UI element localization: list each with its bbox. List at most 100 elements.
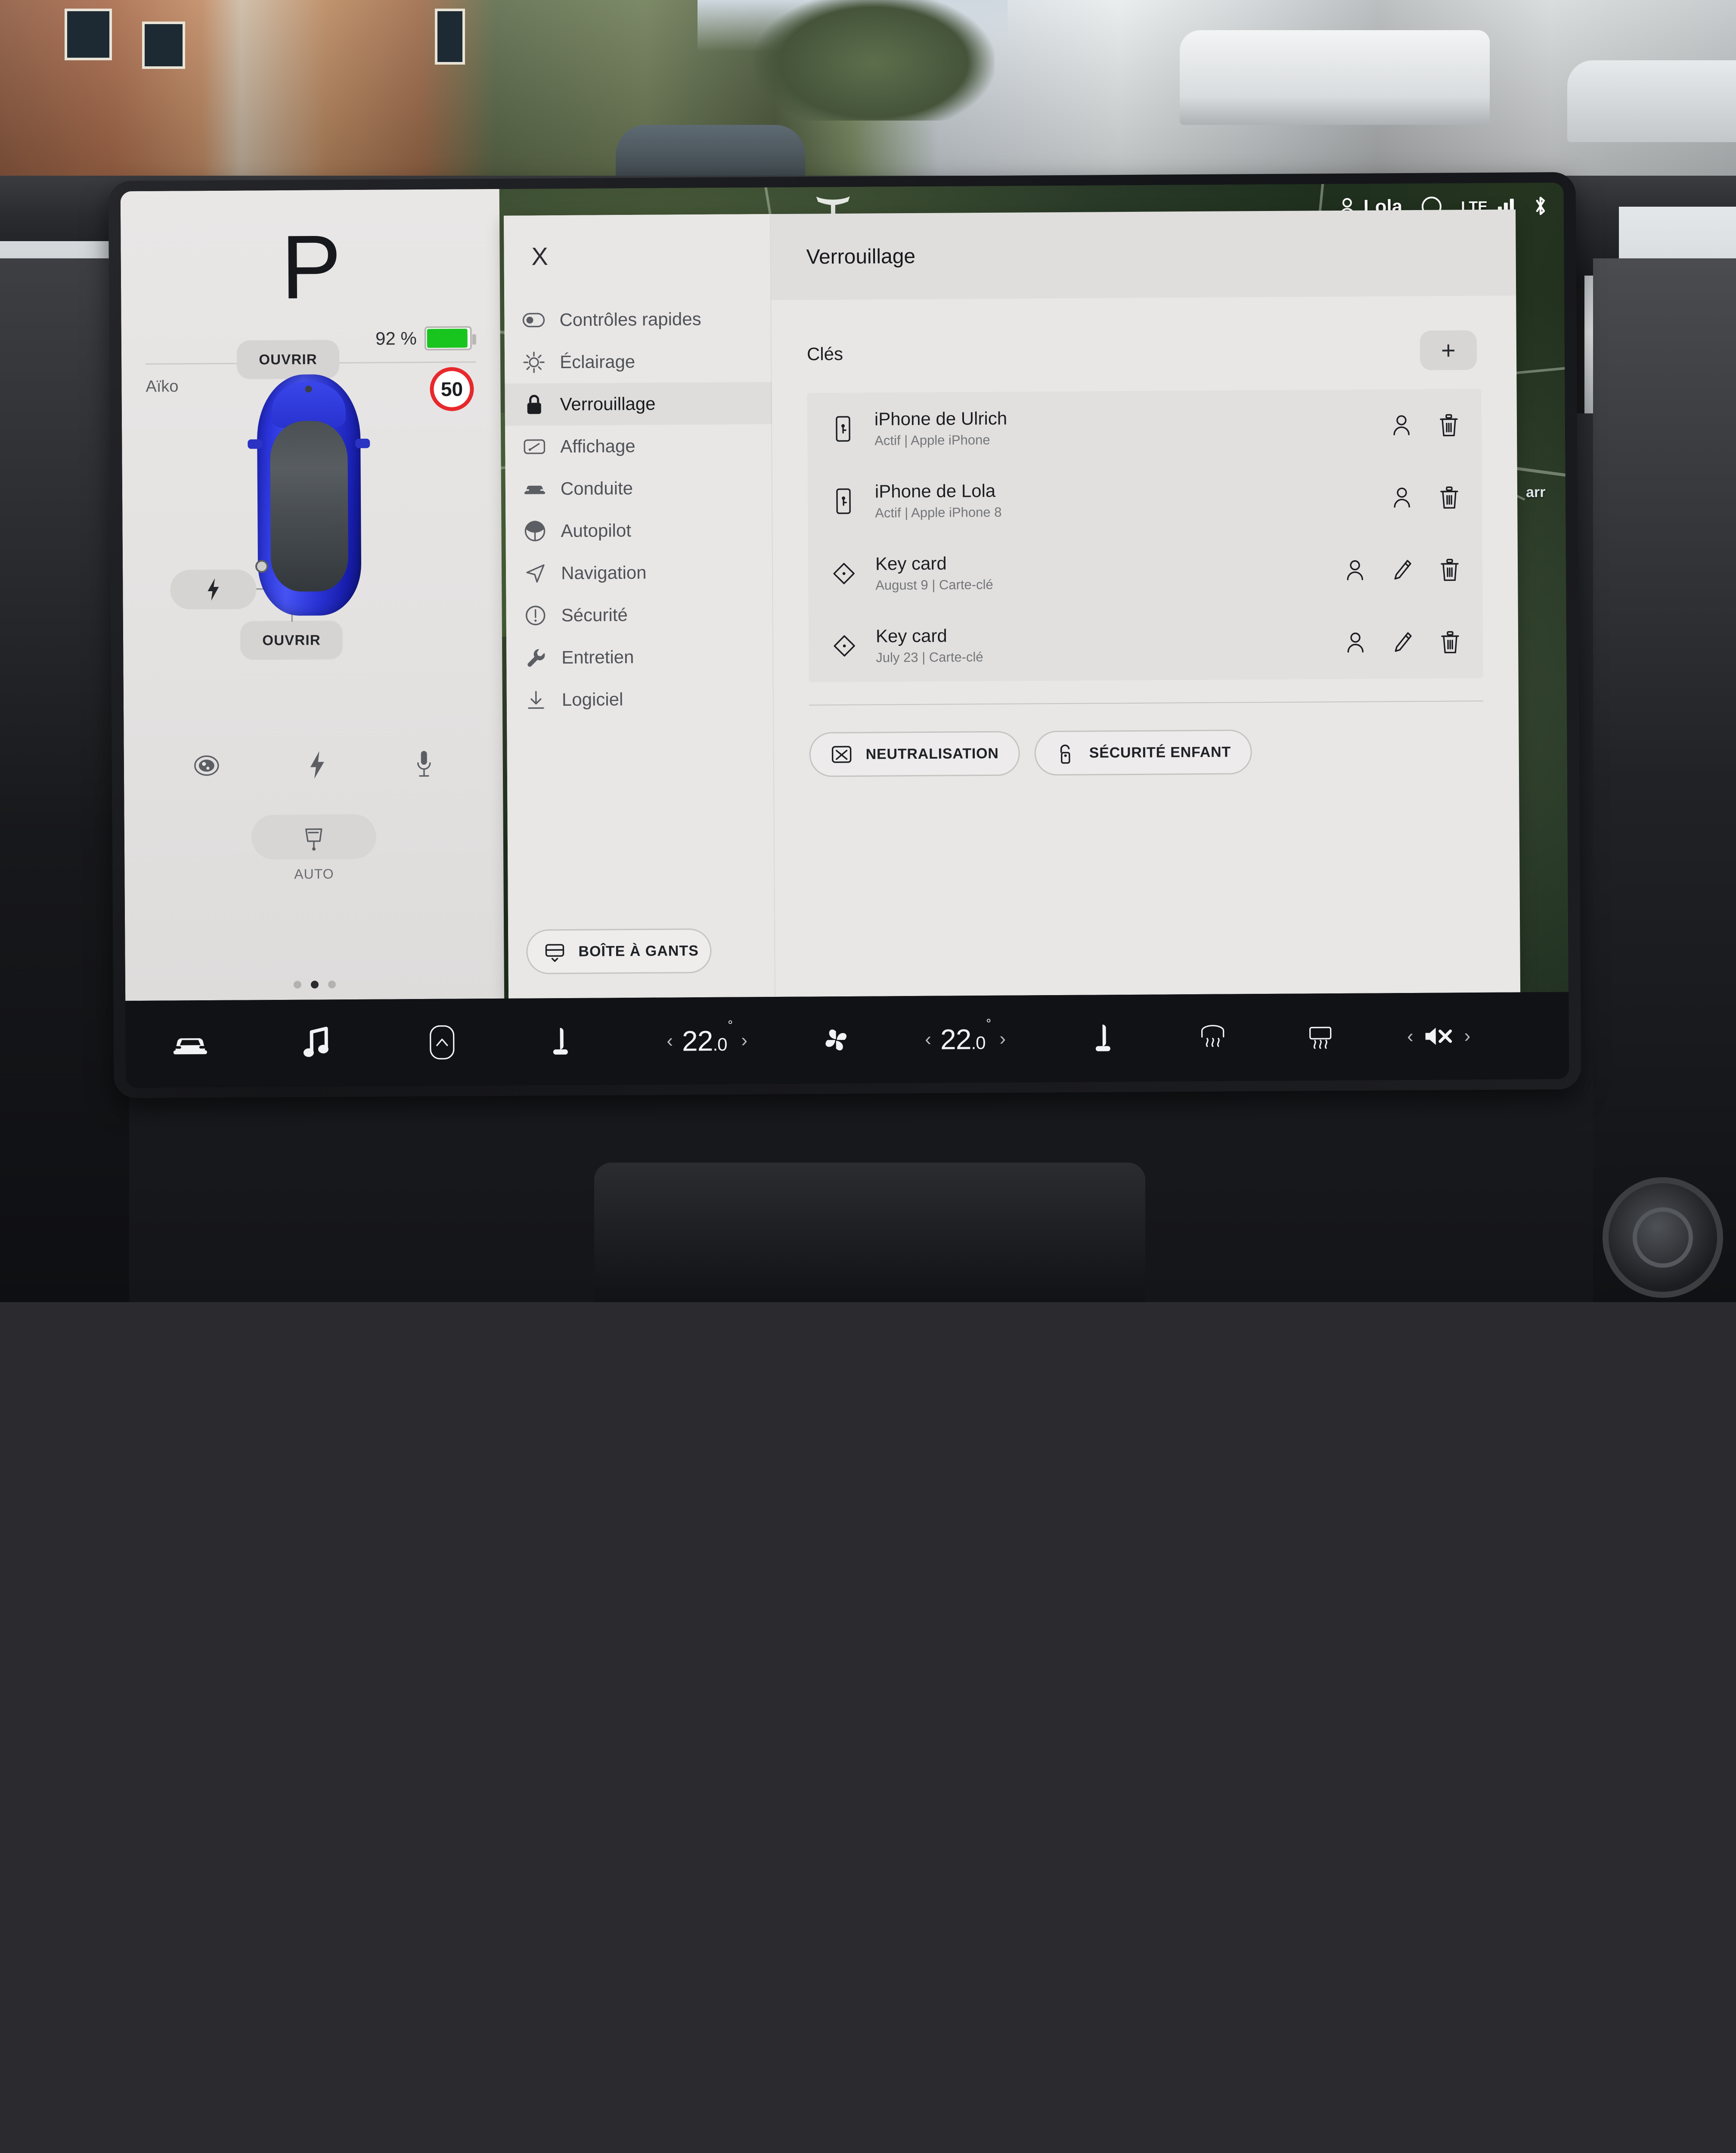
front-defrost-button[interactable] — [1266, 1020, 1374, 1055]
sidebar-item-label: Éclairage — [560, 351, 635, 372]
table-row[interactable]: Key card July 23 | Carte-clé — [809, 606, 1483, 683]
temp-decrease-button[interactable]: ‹ — [925, 1029, 931, 1050]
card-key-icon — [831, 562, 857, 586]
add-key-button[interactable]: + — [1420, 330, 1477, 370]
sidebar-item-label: Autopilot — [561, 520, 631, 541]
temp-increase-button[interactable]: › — [741, 1030, 747, 1051]
trunk-open-button[interactable]: OUVRIR — [240, 620, 343, 660]
driver-temperature-value: 22.0° — [682, 1024, 732, 1058]
battery-icon — [425, 326, 472, 351]
sidebar-item-safety[interactable]: Sécurité — [506, 593, 773, 637]
sidebar-item-navigation[interactable]: Navigation — [506, 551, 773, 595]
table-row[interactable]: iPhone de Lola Actif | Apple iPhone 8 — [808, 461, 1482, 538]
key-title: iPhone de Ulrich — [874, 406, 1323, 429]
passenger-temperature-control[interactable]: ‹ 22.0° › — [879, 1022, 1051, 1056]
pencil-icon[interactable] — [1390, 558, 1414, 582]
photo-background: en arr D1 Stade Vélodrome Jacques Anquet… — [0, 0, 1736, 1302]
degree-symbol: ° — [986, 1017, 991, 1031]
windshield-scene — [0, 0, 1736, 185]
key-title: Key card — [876, 623, 1324, 646]
touchscreen-bezel: en arr D1 Stade Vélodrome Jacques Anquet… — [108, 172, 1581, 1098]
seat-passenger-icon — [1094, 1021, 1116, 1055]
volume-increase-button[interactable]: › — [1464, 1025, 1471, 1047]
sidebar-item-quick-controls[interactable]: Contrôles rapides — [504, 298, 772, 341]
charge-port-button[interactable] — [170, 569, 257, 609]
trash-icon[interactable] — [1438, 630, 1462, 654]
media-button[interactable] — [255, 1027, 380, 1060]
close-icon[interactable]: X — [516, 233, 564, 280]
page-dot[interactable] — [328, 980, 336, 988]
trash-icon[interactable] — [1437, 413, 1461, 437]
glovebox-button[interactable]: BOÎTE À GANTS — [526, 928, 712, 974]
front-defrost-icon — [1304, 1020, 1336, 1054]
sidebar-item-label: Conduite — [561, 478, 633, 499]
page-indicator-dots[interactable] — [294, 980, 336, 989]
volume-mute-icon[interactable] — [1423, 1024, 1455, 1048]
lock-action-buttons: NEUTRALISATION SÉCURITÉ ENFANT — [774, 701, 1519, 777]
climate-fan-button[interactable] — [793, 1024, 879, 1057]
page-dot[interactable] — [294, 981, 301, 989]
assign-driver-icon[interactable] — [1389, 413, 1414, 437]
sidebar-item-locks[interactable]: Verrouillage — [505, 382, 772, 426]
key-row-actions — [1324, 558, 1462, 583]
voice-command-button[interactable] — [415, 749, 434, 779]
temp-decrease-button[interactable]: ‹ — [666, 1030, 673, 1052]
bluetooth-icon[interactable] — [1532, 194, 1549, 218]
lightning-bolt-icon — [205, 577, 221, 602]
assign-driver-icon[interactable] — [1343, 558, 1367, 583]
car-controls-button[interactable] — [126, 1030, 255, 1058]
center-console — [594, 1163, 1145, 1302]
camera-button[interactable] — [193, 751, 220, 781]
frunk-open-button[interactable]: OUVRIR — [237, 340, 340, 379]
table-row[interactable]: Key card August 9 | Carte-clé — [808, 534, 1483, 610]
wiper-button[interactable] — [251, 814, 377, 860]
chevron-up-icon — [428, 1024, 456, 1061]
charging-button[interactable] — [307, 750, 328, 780]
map-street-label-right: arr — [1526, 484, 1546, 501]
charge-port-indicator — [255, 560, 268, 573]
sun-brightness-icon — [523, 351, 545, 373]
trash-icon[interactable] — [1437, 485, 1461, 509]
settings-overlay: X Contrôles rapides — [504, 209, 1520, 998]
volume-decrease-button[interactable]: ‹ — [1407, 1026, 1414, 1047]
alert-circle-icon — [524, 604, 547, 627]
steering-wheel-icon — [524, 520, 546, 542]
sidebar-item-driving[interactable]: Conduite — [505, 466, 773, 510]
card-key-icon — [831, 634, 858, 658]
wiper-control[interactable]: AUTO — [251, 814, 377, 883]
expand-panel-button[interactable] — [379, 1024, 505, 1061]
tesla-touchscreen[interactable]: en arr D1 Stade Vélodrome Jacques Anquet… — [121, 183, 1569, 1088]
rear-defrost-button[interactable] — [1159, 1020, 1266, 1055]
padlock-icon — [523, 393, 546, 416]
glovebox-label: BOÎTE À GANTS — [578, 943, 699, 960]
trash-icon[interactable] — [1438, 558, 1462, 582]
child-lock-button[interactable]: SÉCURITÉ ENFANT — [1034, 729, 1252, 776]
door-panel-right — [1593, 258, 1736, 1302]
sidebar-item-lighting[interactable]: Éclairage — [505, 340, 772, 384]
page-title: Verrouillage — [771, 209, 1516, 300]
sidebar-item-service[interactable]: Entretien — [506, 635, 774, 679]
sidebar-item-autopilot[interactable]: Autopilot — [505, 509, 773, 552]
pencil-icon[interactable] — [1391, 630, 1415, 655]
car-glass-roof — [270, 421, 348, 592]
assign-driver-icon[interactable] — [1390, 486, 1414, 510]
building-window — [142, 22, 185, 69]
app-bar: ‹ 22.0° › ‹ 22.0° › — [125, 992, 1569, 1088]
vehicle-top-view-image[interactable] — [257, 374, 361, 616]
volume-control[interactable]: ‹ › — [1374, 1024, 1504, 1049]
sidebar-item-software[interactable]: Logiciel — [507, 677, 774, 721]
table-row[interactable]: iPhone de Ulrich Actif | Apple iPhone — [807, 389, 1482, 465]
sidebar-item-display[interactable]: Affichage — [505, 424, 772, 468]
driver-seat-heater-button[interactable] — [505, 1024, 621, 1059]
driver-temperature-control[interactable]: ‹ 22.0° › — [621, 1024, 793, 1058]
page-dot-active[interactable] — [311, 980, 319, 988]
windshield-wiper-icon — [298, 821, 329, 852]
vehicle-name: Aïko — [146, 377, 178, 396]
assign-driver-icon[interactable] — [1343, 631, 1367, 655]
key-info: Key card July 23 | Carte-clé — [858, 623, 1325, 666]
key-info: iPhone de Lola Actif | Apple iPhone 8 — [857, 478, 1324, 521]
speed-limit-sign: 50 — [430, 367, 474, 411]
temp-increase-button[interactable]: › — [999, 1028, 1005, 1050]
valet-mode-button[interactable]: NEUTRALISATION — [809, 731, 1020, 777]
passenger-seat-heater-button[interactable] — [1051, 1021, 1159, 1056]
